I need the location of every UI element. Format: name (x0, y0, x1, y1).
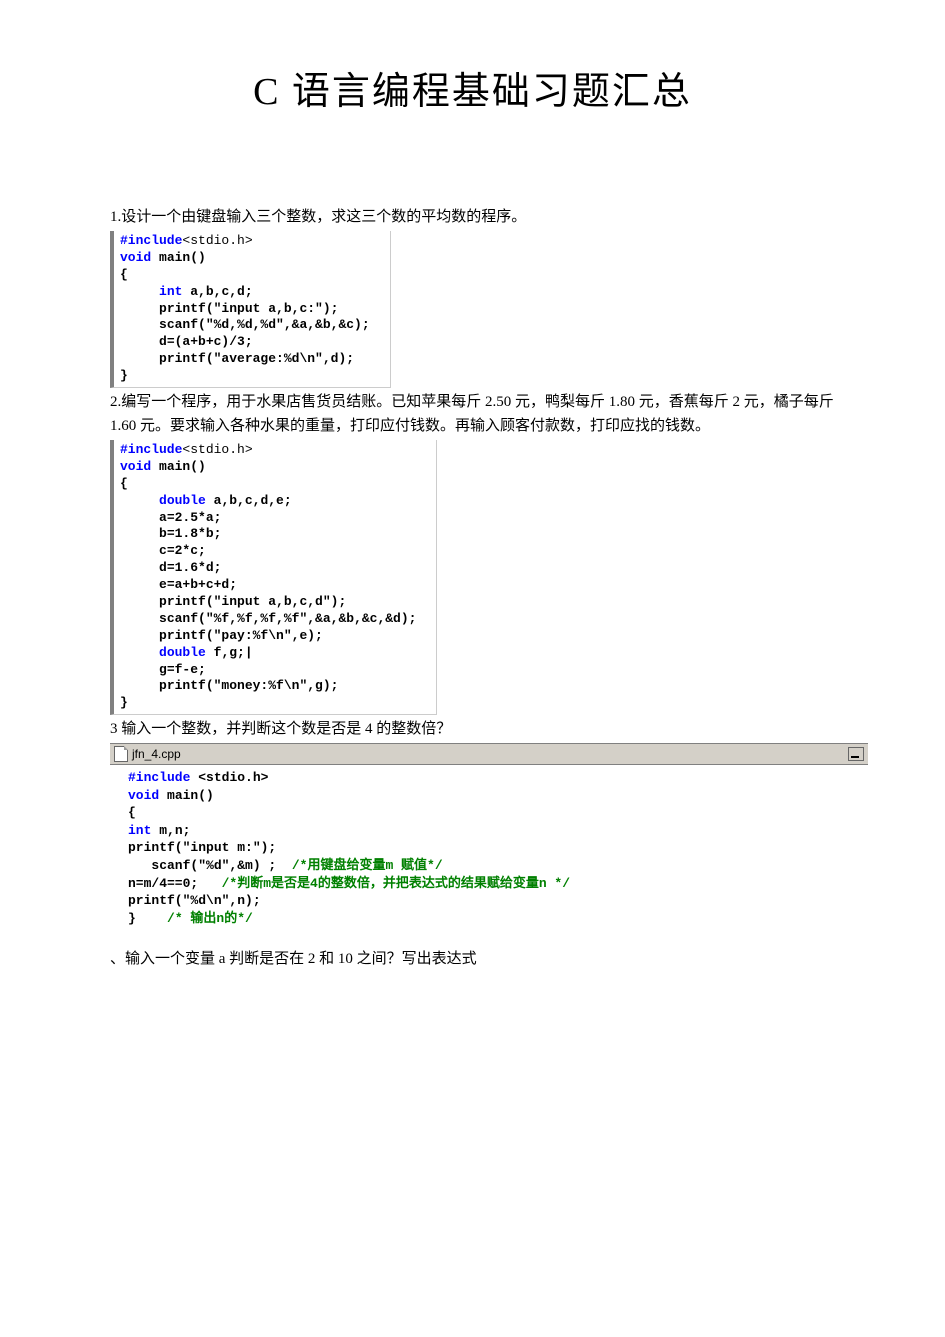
problem-4-text: 、输入一个变量 a 判断是否在 2 和 10 之间？写出表达式 (110, 947, 835, 971)
code-block-1: #include<stdio.h> void main() { int a,b,… (110, 231, 391, 388)
comment-3: /* 输出n的*/ (136, 911, 253, 926)
code-block-2: #include<stdio.h> void main() { double a… (110, 440, 437, 715)
comment-1: /*用键盘给变量m 赋值*/ (276, 858, 442, 873)
problem-3-text: 3 输入一个整数，并判断这个数是否是 4 的整数倍？ (110, 717, 835, 741)
problem-1-text: 1.设计一个由键盘输入三个整数，求这三个数的平均数的程序。 (110, 205, 835, 229)
file-icon (114, 746, 128, 762)
comment-2: /*判断m是否是4的整数倍，并把表达式的结果赋给变量n */ (198, 876, 570, 891)
minimize-icon[interactable] (848, 747, 864, 761)
file-tab-label: jfn_4.cpp (132, 747, 181, 761)
page-title: C 语言编程基础习题汇总 (110, 60, 835, 115)
code-block-3: #include <stdio.h> void main() { int m,n… (110, 765, 878, 927)
editor-tab-bar: jfn_4.cpp (110, 743, 868, 765)
problem-2-text: 2.编写一个程序，用于水果店售货员结账。已知苹果每斤 2.50 元，鸭梨每斤 1… (110, 390, 835, 438)
file-tab[interactable]: jfn_4.cpp (114, 746, 181, 762)
document-page: C 语言编程基础习题汇总 1.设计一个由键盘输入三个整数，求这三个数的平均数的程… (0, 0, 945, 1011)
